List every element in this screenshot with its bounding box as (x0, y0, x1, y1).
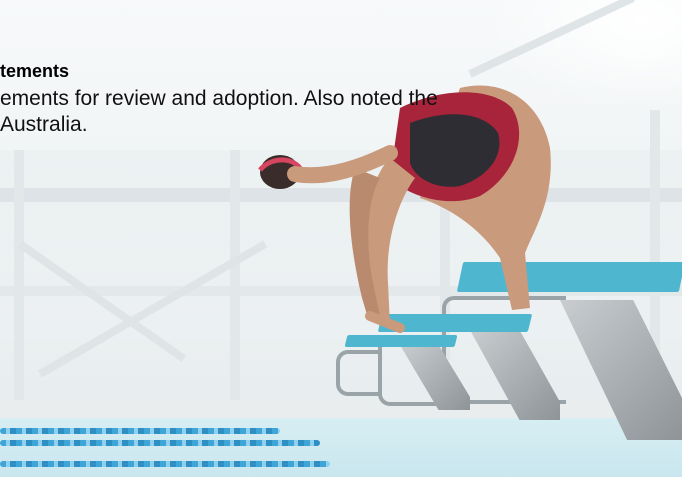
lane-rope (0, 428, 280, 434)
pool-water (0, 418, 682, 477)
pool-deck (0, 400, 682, 420)
steel-post (14, 150, 24, 400)
slide: tements ements for review and adoption. … (0, 0, 682, 477)
body-line-1: ements for review and adoption. Also not… (0, 87, 438, 110)
section-heading: tements (0, 61, 70, 81)
steel-post (650, 110, 660, 370)
lane-rope (0, 440, 320, 446)
steel-post (230, 150, 240, 400)
lane-rope (0, 461, 330, 467)
slide-text: tements ements for review and adoption. … (0, 61, 640, 138)
starting-block-rail (336, 350, 380, 396)
body-line-2: Australia. (0, 113, 88, 136)
